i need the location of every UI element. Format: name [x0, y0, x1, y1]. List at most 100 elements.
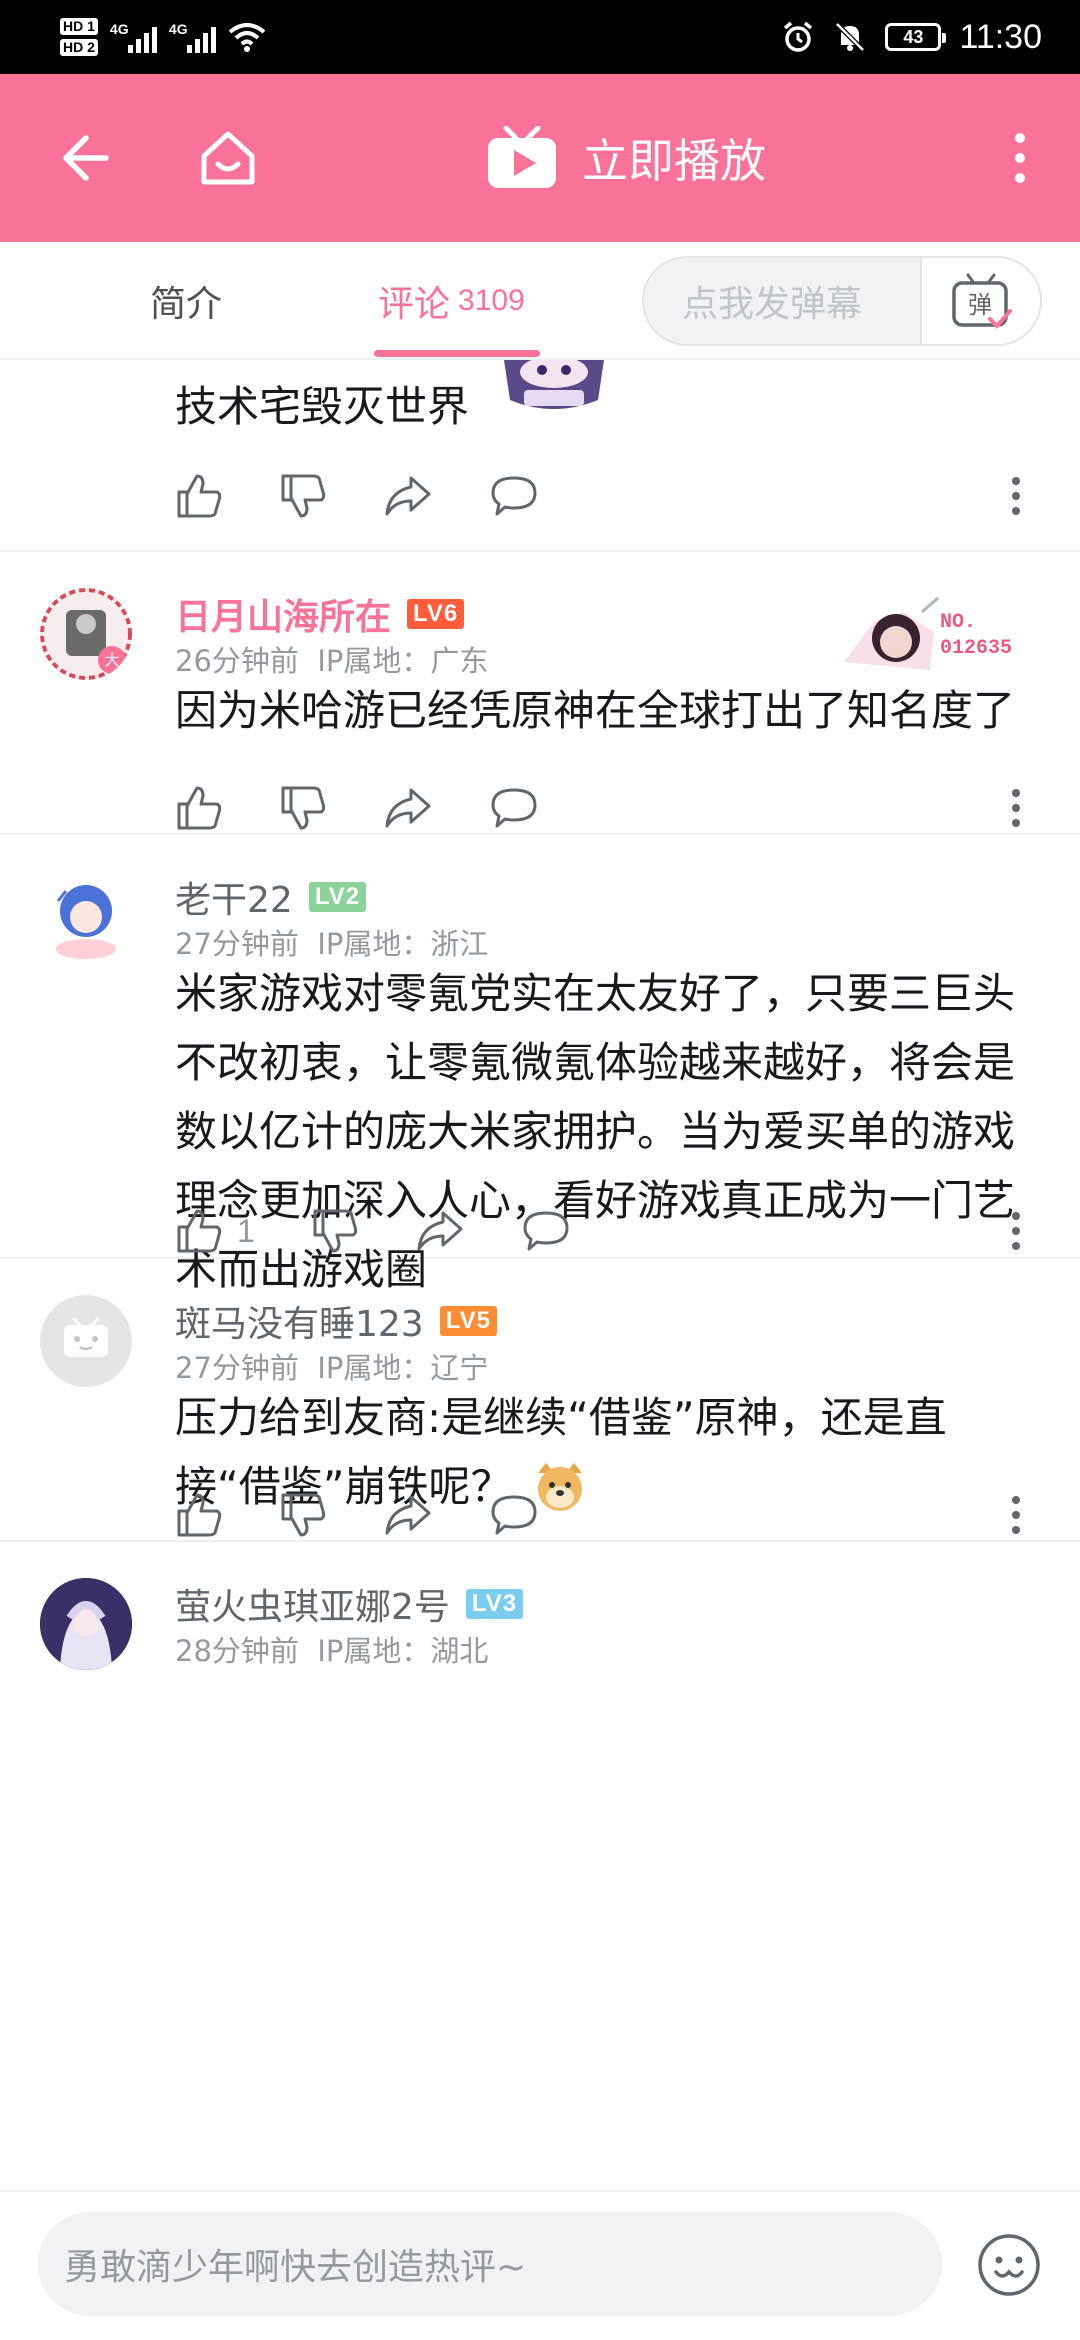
ip-location: IP属地：辽宁 — [317, 1351, 489, 1385]
comment-input[interactable]: 勇敢滴少年啊快去创造热评~ — [38, 2212, 942, 2316]
share-button[interactable] — [383, 1485, 433, 1545]
network-type: 4G — [109, 21, 129, 37]
avatar-badge: 大 — [104, 651, 120, 669]
comment-time: 27分钟前 — [175, 1351, 299, 1385]
wifi-icon — [228, 23, 266, 52]
comment-list: 技术宅毁灭世界 大 日月山海所在 LV6 NO. 012635 26分钟前 IP… — [0, 360, 1080, 1702]
like-button[interactable] — [175, 1485, 223, 1545]
level-badge: LV2 — [308, 882, 367, 912]
avatar-image — [56, 885, 116, 959]
comment-meta: 27分钟前 IP属地：浙江 — [175, 921, 488, 963]
play-now-label: 立即播放 — [582, 134, 766, 188]
username[interactable]: 老干22 — [175, 871, 293, 923]
emoji-button[interactable] — [976, 2232, 1042, 2298]
comment-more-button[interactable] — [996, 1201, 1036, 1261]
share-button[interactable] — [415, 1201, 465, 1261]
default-avatar-icon — [64, 1317, 108, 1357]
avatar[interactable] — [40, 871, 132, 963]
avatar-image — [40, 1578, 132, 1670]
tab-comments[interactable]: 评论 3109 — [378, 242, 525, 360]
comment-actions — [175, 1485, 595, 1545]
share-arrow-icon — [385, 1495, 431, 1535]
more-vertical-icon — [1012, 477, 1020, 515]
like-button[interactable] — [175, 466, 223, 526]
more-menu-button[interactable] — [970, 108, 1070, 208]
comment-item: 大 日月山海所在 LV6 NO. 012635 26分钟前 IP属地：广东 因为… — [0, 552, 1080, 835]
thumbs-down-icon — [281, 474, 326, 518]
comment-meta: 28分钟前 IP属地：湖北 — [175, 1628, 488, 1670]
comment-more-button[interactable] — [996, 1485, 1036, 1545]
comment-item: 技术宅毁灭世界 — [0, 360, 1080, 552]
fan-badge-number: NO. 012635 — [940, 610, 1012, 662]
hd2-indicator: HD 2 — [60, 39, 98, 56]
share-button[interactable] — [383, 778, 433, 838]
like-button[interactable] — [175, 778, 223, 838]
reply-button[interactable] — [489, 466, 539, 526]
level-badge: LV3 — [465, 1589, 524, 1619]
avatar[interactable]: 大 — [40, 588, 132, 680]
status-bar: HD 1 HD 2 4G 4G 43 11:30 — [0, 0, 1080, 74]
tab-intro-label: 简介 — [150, 284, 223, 325]
username[interactable]: 日月山海所在 — [175, 588, 391, 640]
danmaku-input[interactable]: 点我发弹幕 — [644, 258, 924, 344]
avatar[interactable] — [40, 1295, 132, 1387]
hd-indicators: HD 1 HD 2 — [60, 18, 98, 56]
back-button[interactable] — [34, 108, 134, 208]
like-count: 1 — [237, 1212, 255, 1249]
avatar[interactable] — [40, 1578, 132, 1670]
user-row: 斑马没有睡123 LV5 — [175, 1295, 497, 1347]
app-header: 立即播放 — [0, 74, 1080, 242]
reply-button[interactable] — [489, 778, 539, 838]
status-right: 43 11:30 — [781, 8, 1042, 66]
comment-time: 26分钟前 — [175, 644, 299, 678]
chat-bubble-icon — [491, 1495, 537, 1535]
comment-item: 斑马没有睡123 LV5 27分钟前 IP属地：辽宁 压力给到友商:是继续“借鉴… — [0, 1259, 1080, 1542]
comment-meta: 27分钟前 IP属地：辽宁 — [175, 1345, 488, 1387]
more-vertical-icon — [1012, 789, 1020, 827]
chat-bubble-icon — [523, 1211, 569, 1251]
signal-icon-2: 4G — [169, 21, 216, 53]
more-vertical-icon — [1012, 1212, 1020, 1250]
dislike-button[interactable] — [279, 466, 327, 526]
comment-meta: 26分钟前 IP属地：广东 — [175, 638, 488, 680]
alarm-icon — [784, 21, 813, 52]
dislike-button[interactable] — [311, 1201, 359, 1261]
dislike-button[interactable] — [279, 1485, 327, 1545]
battery-indicator: 43 — [885, 23, 947, 51]
username[interactable]: 萤火虫琪亚娜2号 — [175, 1578, 450, 1630]
tab-bar: 简介 评论 3109 点我发弹幕 弹 — [0, 242, 1080, 360]
active-tab-indicator — [374, 350, 540, 357]
reply-button[interactable] — [489, 1485, 539, 1545]
danmaku-toggle-button[interactable]: 弹 — [920, 258, 1040, 344]
comment-time: 28分钟前 — [175, 1634, 299, 1668]
danmaku-box: 点我发弹幕 弹 — [642, 256, 1042, 346]
like-button[interactable]: 1 — [175, 1201, 255, 1261]
more-vertical-icon — [1012, 1496, 1020, 1534]
reply-button[interactable] — [521, 1201, 571, 1261]
mute-bell-icon — [835, 22, 866, 52]
comment-count: 3109 — [458, 284, 525, 317]
fan-badge: NO. 012635 — [834, 592, 1030, 682]
comment-time: 27分钟前 — [175, 927, 299, 961]
tab-intro[interactable]: 简介 — [150, 242, 222, 360]
thumbs-up-icon — [177, 1493, 222, 1537]
user-row: 萤火虫琪亚娜2号 LV3 — [175, 1578, 524, 1630]
level-badge: LV6 — [407, 599, 465, 629]
thumbs-down-icon — [281, 1493, 326, 1537]
share-button[interactable] — [383, 466, 433, 526]
play-now-button[interactable]: 立即播放 — [486, 108, 766, 208]
share-arrow-icon — [385, 476, 431, 516]
clock: 11:30 — [959, 17, 1042, 56]
comment-more-button[interactable] — [996, 778, 1036, 838]
thumbs-down-icon — [281, 786, 326, 830]
username[interactable]: 斑马没有睡123 — [175, 1295, 424, 1347]
comment-more-button[interactable] — [996, 466, 1036, 526]
share-arrow-icon — [385, 788, 431, 828]
share-arrow-icon — [417, 1211, 463, 1251]
home-button[interactable] — [178, 108, 278, 208]
home-icon — [201, 131, 255, 185]
dislike-button[interactable] — [279, 778, 327, 838]
comment-content: 因为米哈游已经凭原神在全球打出了知名度了 — [175, 686, 1016, 735]
hd1-indicator: HD 1 — [60, 18, 98, 35]
danmaku-icon-char: 弹 — [968, 291, 992, 319]
